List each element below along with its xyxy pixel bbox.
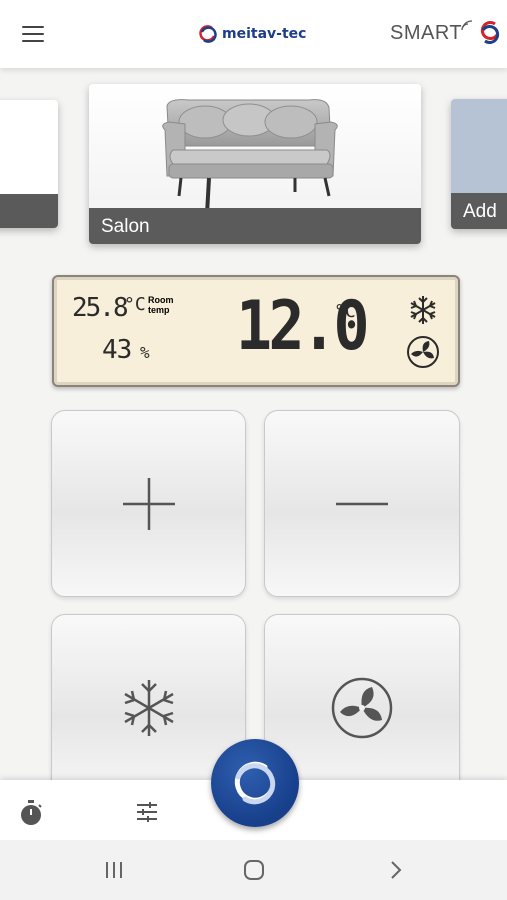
room-label-bar: Add [451, 193, 507, 229]
setpoint-unit: °C [334, 301, 356, 322]
hamburger-menu-icon[interactable] [22, 26, 44, 42]
humidity-unit: % [140, 343, 150, 362]
plus-icon [122, 477, 175, 530]
smart-label: SMART [390, 18, 474, 48]
smart-text: SMART [390, 21, 463, 44]
home-icon[interactable] [243, 859, 265, 881]
recent-apps-icon[interactable] [104, 861, 124, 879]
logo-text: meitav-tec [222, 26, 307, 42]
increase-temperature-button[interactable] [51, 410, 246, 597]
room-temperature-unit: °C [124, 294, 146, 315]
meitav-swirl-icon [199, 25, 217, 43]
meitav-logo-icon [234, 761, 276, 805]
fan-icon [407, 336, 439, 368]
add-room-card[interactable]: Add [451, 99, 507, 229]
sliders-icon[interactable] [135, 800, 159, 824]
setpoint-temperature: 12.0 [236, 287, 370, 366]
stopwatch-icon[interactable] [19, 800, 43, 826]
wifi-signal-icon [461, 20, 473, 31]
room-temp-tag: Room temp [148, 295, 174, 315]
brand-logo: meitav-tec [198, 20, 306, 48]
room-name: Salon [101, 216, 150, 237]
room-temp-label-line1: Room [148, 295, 174, 305]
room-card-previous[interactable] [0, 100, 58, 228]
room-label-bar: Salon [89, 208, 421, 244]
minus-icon [336, 502, 388, 505]
snowflake-icon [410, 296, 436, 324]
room-temp-label-line2: temp [148, 305, 170, 315]
humidity-value: 43 [102, 335, 132, 365]
room-label-bar [0, 194, 58, 228]
smart-swirl-icon [480, 21, 500, 44]
add-room-label: Add [463, 201, 497, 222]
snowflake-icon [123, 679, 174, 736]
home-logo-button[interactable] [211, 739, 299, 827]
room-temperature: 25.8 [72, 293, 129, 323]
thermostat-display: 25.8 °C Room temp 43 % 12.0 °C [52, 275, 460, 387]
fan-icon [331, 677, 393, 738]
decrease-temperature-button[interactable] [264, 410, 460, 597]
room-card-salon[interactable]: Salon [89, 84, 421, 244]
back-chevron-icon[interactable] [388, 859, 404, 881]
